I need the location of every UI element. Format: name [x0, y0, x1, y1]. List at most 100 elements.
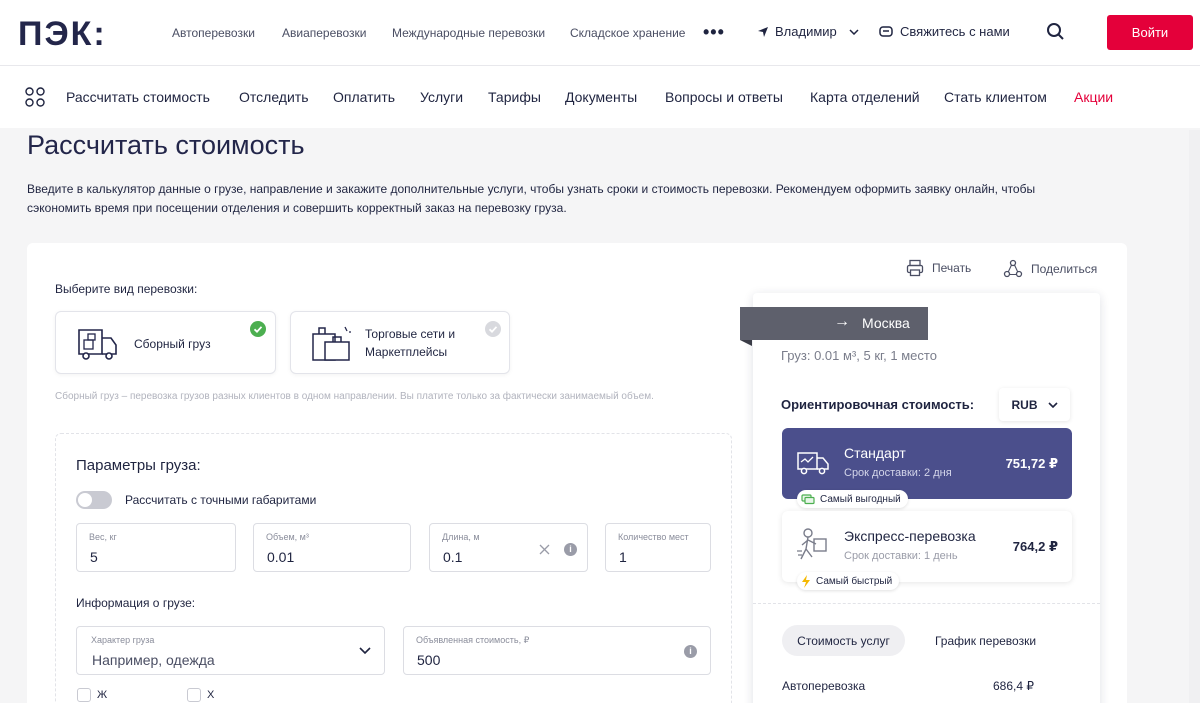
nav-faq[interactable]: Вопросы и ответы [665, 89, 783, 105]
transport-option-label-line1: Торговые сети и [365, 327, 456, 341]
share-label: Поделиться [1031, 262, 1098, 276]
fastest-badge: Самый быстрый [797, 572, 900, 590]
contact-label: Свяжитесь с нами [900, 24, 1010, 39]
tariff-name: Стандарт [844, 445, 906, 461]
groupage-truck-icon [78, 329, 117, 360]
cargo-checkbox-1[interactable]: Ж [77, 688, 107, 702]
chevron-down-icon [359, 647, 371, 655]
logo-text: ПЭК: [18, 18, 107, 48]
cargo-checkbox-2[interactable]: Х [187, 688, 214, 702]
clear-icon[interactable] [539, 544, 550, 555]
transport-hint: Сборный груз – перевозка грузов разных к… [55, 391, 654, 402]
cargo-info-title: Информация о грузе: [76, 596, 196, 610]
nav-promo[interactable]: Акции [1074, 89, 1113, 105]
checkbox-label: Х [207, 689, 215, 701]
currency-select[interactable]: RUB [999, 388, 1070, 421]
tab-schedule[interactable]: График перевозки [918, 625, 1053, 656]
print-button[interactable]: Печать [906, 259, 971, 277]
login-button[interactable]: Войти [1107, 15, 1193, 50]
truck-icon [797, 452, 829, 475]
city-name: Владимир [775, 24, 837, 39]
badge-label: Самый быстрый [816, 575, 893, 587]
top-link-avia[interactable]: Авиаперевозки [282, 26, 367, 40]
checkbox-box [77, 688, 91, 702]
volume-field[interactable]: Объем, м³ 0.01 [253, 523, 411, 572]
printer-icon [906, 259, 924, 277]
top-link-auto[interactable]: Автоперевозки [172, 26, 255, 40]
length-field-label: Длина, м [442, 532, 480, 542]
transport-option-marketplaces[interactable]: Торговые сети и Маркетплейсы [290, 311, 510, 374]
volume-field-label: Объем, м³ [266, 532, 309, 542]
money-icon [801, 494, 815, 505]
more-menu-icon[interactable]: ••• [703, 22, 725, 43]
exact-dimensions-toggle[interactable] [76, 491, 112, 509]
tariff-name: Экспресс-перевозка [844, 528, 976, 544]
nav-calculate[interactable]: Рассчитать стоимость [66, 89, 210, 105]
tab-service-costs[interactable]: Стоимость услуг [782, 625, 905, 656]
top-link-international[interactable]: Международные перевозки [392, 26, 545, 40]
chevron-down-icon [1047, 401, 1058, 408]
panel-divider [753, 603, 1100, 604]
nav-documents[interactable]: Документы [565, 89, 637, 105]
page-intro: Введите в калькулятор данные о грузе, на… [27, 180, 1137, 218]
cargo-summary: Груз: 0.01 м³, 5 кг, 1 место [781, 348, 937, 363]
cargo-params-title: Параметры груза: [76, 457, 201, 474]
scrollbar[interactable] [1189, 130, 1200, 703]
transport-option-label-line2: Маркетплейсы [365, 345, 448, 359]
nav-become-client[interactable]: Стать клиентом [944, 89, 1047, 105]
boxes-icon [312, 326, 351, 361]
declared-value-value: 500 [417, 652, 441, 668]
transport-option-label: Сборный груз [134, 337, 211, 351]
location-arrow-icon [758, 26, 768, 37]
cargo-nature-select[interactable]: Характер груза Например, одежда [76, 626, 385, 675]
places-count-label: Количество мест [618, 532, 689, 542]
intro-line-1: Введите в калькулятор данные о грузе, на… [27, 182, 1036, 196]
checkbox-label: Ж [97, 689, 108, 701]
lightning-icon [802, 574, 810, 588]
weight-field-value: 5 [90, 549, 98, 565]
checkbox-box [187, 688, 201, 702]
intro-line-2: сэкономить время при посещении отделения… [27, 201, 567, 215]
nav-tariffs[interactable]: Тарифы [488, 89, 541, 105]
pek-logo[interactable]: ПЭК: [18, 15, 134, 53]
best-value-badge: Самый выгодный [797, 490, 908, 508]
weight-field-label: Вес, кг [89, 532, 117, 542]
check-icon [485, 321, 501, 337]
line-item-price: 686,4 ₽ [993, 679, 1034, 693]
currency-value: RUB [1011, 397, 1038, 412]
weight-field[interactable]: Вес, кг 5 [76, 523, 236, 572]
city-selector[interactable]: Владимир [757, 24, 859, 39]
badge-label: Самый выгодный [820, 493, 901, 505]
transport-option-groupage[interactable]: Сборный груз [55, 311, 276, 374]
check-icon [250, 321, 266, 337]
length-field[interactable]: Длина, м 0.1 i [429, 523, 588, 572]
tariff-option-standard[interactable]: Стандарт Срок доставки: 2 дня 751,72 ₽ [782, 428, 1072, 499]
transport-type-label: Выберите вид перевозки: [55, 282, 198, 296]
banner-fold [740, 340, 752, 346]
line-item-name: Автоперевозка [782, 679, 866, 693]
nav-track[interactable]: Отследить [239, 89, 309, 105]
share-button[interactable]: Поделиться [1003, 259, 1097, 279]
apps-grid-icon[interactable] [25, 87, 45, 112]
tariff-term: Срок доставки: 1 день [844, 550, 958, 562]
contact-link[interactable]: Свяжитесь с нами [879, 24, 1010, 39]
arrow-right-icon: → [834, 313, 850, 330]
tariff-price: 764,2 ₽ [1012, 539, 1058, 554]
share-icon [1003, 259, 1023, 278]
nav-pay[interactable]: Оплатить [333, 89, 395, 105]
search-icon[interactable] [1046, 22, 1066, 47]
places-count-field[interactable]: Количество мест 1 [605, 523, 711, 572]
declared-value-field[interactable]: Объявленная стоимость, ₽ 500 i [403, 626, 711, 675]
info-icon[interactable]: i [564, 543, 577, 556]
print-label: Печать [932, 261, 972, 275]
places-count-value: 1 [619, 549, 627, 565]
destination-city: Москва [862, 315, 910, 331]
nav-branch-map[interactable]: Карта отделений [810, 89, 920, 105]
info-icon[interactable]: i [684, 645, 697, 658]
cargo-nature-label: Характер груза [91, 635, 155, 645]
courier-icon [797, 528, 827, 560]
destination-banner: → Москва [740, 307, 928, 340]
page-title: Рассчитать стоимость [27, 130, 305, 160]
top-link-warehouse[interactable]: Складское хранение [570, 26, 685, 40]
nav-services[interactable]: Услуги [420, 89, 463, 105]
